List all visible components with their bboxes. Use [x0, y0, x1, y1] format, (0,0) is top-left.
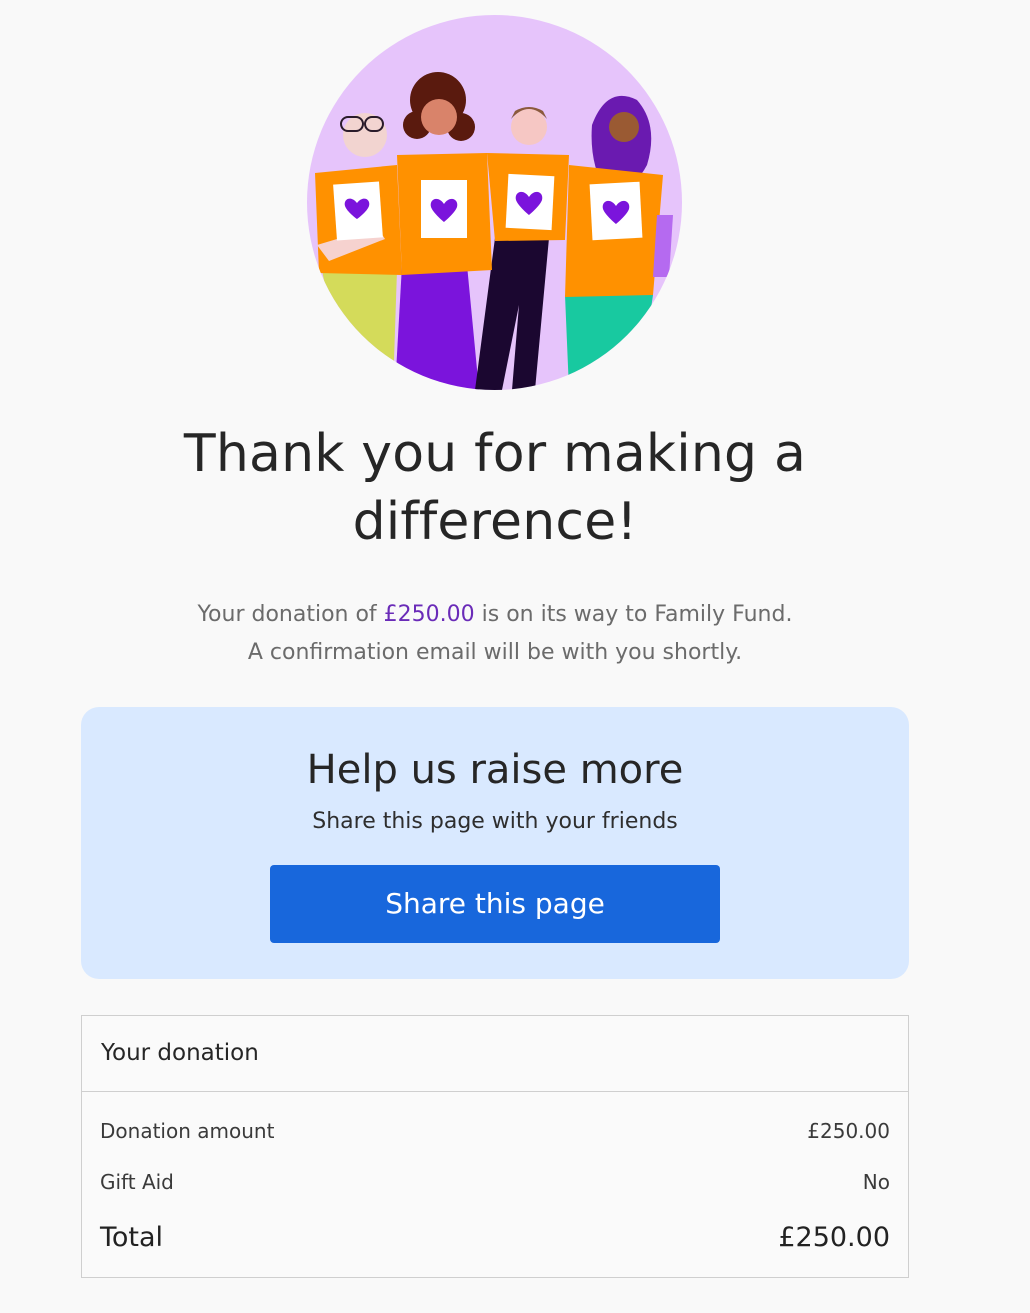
total-value: £250.00 [778, 1222, 890, 1253]
confirmation-message: Your donation of £250.00 is on its way t… [95, 596, 895, 672]
share-card-title: Help us raise more [306, 747, 684, 793]
email-confirmation-note: A confirmation email will be with you sh… [247, 640, 743, 665]
donation-summary-text: Your donation of £250.00 is on its way t… [95, 596, 895, 634]
gift-aid-row: Gift Aid No [100, 1165, 890, 1199]
people-with-hearts-illustration [307, 15, 682, 390]
gift-aid-value: No [862, 1170, 890, 1194]
message-suffix: is on its way to Family Fund. [474, 602, 793, 627]
gift-aid-label: Gift Aid [100, 1170, 174, 1194]
donation-amount-row: Donation amount £250.00 [100, 1114, 890, 1148]
donation-amount-highlight: £250.00 [383, 602, 475, 627]
page-title: Thank you for making a difference! [183, 424, 807, 552]
donation-summary-header: Your donation [82, 1016, 908, 1092]
donation-amount-value: £250.00 [807, 1119, 890, 1143]
donation-summary: Your donation Donation amount £250.00 Gi… [81, 1015, 909, 1278]
donation-illustration [307, 15, 682, 390]
total-label: Total [100, 1222, 164, 1253]
donation-amount-label: Donation amount [100, 1119, 275, 1143]
share-card-subtitle: Share this page with your friends [312, 809, 678, 834]
total-row: Total £250.00 [100, 1218, 890, 1253]
share-page-button[interactable]: Share this page [270, 865, 720, 943]
donation-summary-title: Your donation [101, 1040, 259, 1066]
message-prefix: Your donation of [197, 602, 384, 627]
share-card: Help us raise more Share this page with … [81, 707, 909, 979]
